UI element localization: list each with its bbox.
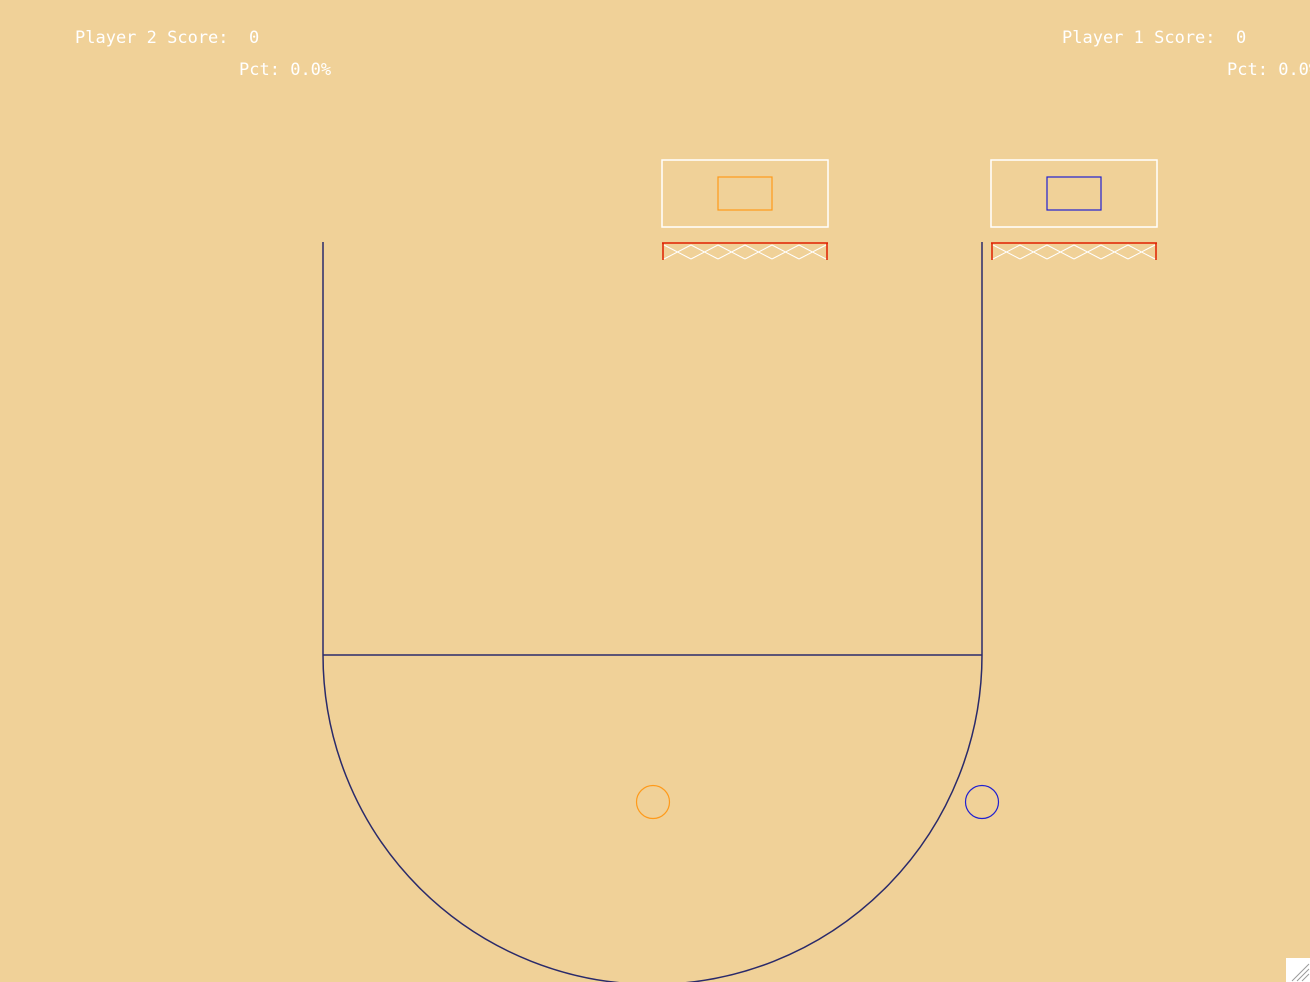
player2-target-box (717, 176, 773, 211)
player1-backboard (990, 159, 1158, 228)
player2-hoop (661, 159, 829, 260)
player2-marker[interactable] (635, 784, 671, 820)
court-lines (322, 242, 983, 982)
player1-net (992, 244, 1156, 260)
player2-backboard (661, 159, 829, 228)
player1-target-box (1046, 176, 1102, 211)
player1-marker[interactable] (964, 784, 1000, 820)
player1-hoop (990, 159, 1158, 260)
court-canvas[interactable] (0, 0, 1310, 982)
player2-net (663, 244, 827, 260)
resize-grip-icon[interactable] (1286, 958, 1310, 982)
